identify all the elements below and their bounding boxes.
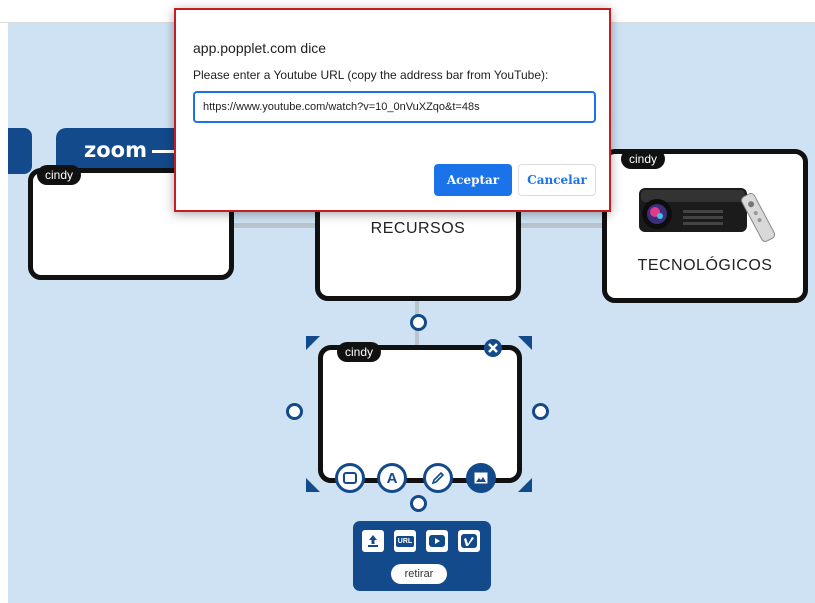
vimeo-icon [461,534,477,548]
resize-corner-top-left[interactable] [306,336,320,350]
youtube-button[interactable] [426,530,448,552]
dialog-title: app.popplet.com dice [193,40,327,56]
resize-corner-bottom-left[interactable] [306,478,320,492]
accept-button[interactable]: Aceptar [434,164,512,196]
cancel-button[interactable]: Cancelar [518,164,596,196]
author-tag: cindy [37,165,82,185]
resize-corner-top-right[interactable] [518,336,532,350]
vimeo-button[interactable] [458,530,480,552]
prompt-dialog: app.popplet.com dice Please enter a Yout… [174,8,611,212]
url-label: URL [395,535,415,547]
connect-handle-top[interactable] [410,314,427,331]
image-icon [474,472,488,484]
image-tool-button[interactable] [466,463,496,493]
dialog-message: Please enter a Youtube URL (copy the add… [193,68,549,82]
delete-popple-icon[interactable] [484,339,502,357]
pencil-icon [431,471,445,485]
connect-handle-right[interactable] [532,403,549,420]
youtube-icon [429,535,445,547]
connector-line [228,223,328,228]
youtube-url-input[interactable] [193,91,596,123]
square-icon [343,472,357,484]
media-panel: URL retirar [353,521,491,591]
text-tool-button[interactable]: A [377,463,407,493]
connect-handle-left[interactable] [286,403,303,420]
author-tag: cindy [621,149,666,169]
upload-icon [368,535,378,547]
zoom-line-icon [152,150,176,153]
zoom-label: zoom [84,138,147,162]
popple-tecnologicos[interactable]: cindy TECNOLÓGICOS [602,149,808,303]
projector-image [639,188,776,242]
remove-media-button[interactable]: retirar [391,564,447,584]
connect-handle-bottom[interactable] [410,495,427,512]
draw-tool-button[interactable] [423,463,453,493]
resize-corner-bottom-right[interactable] [518,478,532,492]
popple-caption: TECNOLÓGICOS [637,257,773,274]
url-button[interactable]: URL [394,530,416,552]
letter-a-icon: A [386,469,398,487]
author-tag: cindy [337,342,382,362]
box-tool-button[interactable] [335,463,365,493]
left-panel-tab[interactable] [8,128,32,174]
upload-button[interactable] [362,530,384,552]
popple-caption: RECURSOS [370,220,466,237]
